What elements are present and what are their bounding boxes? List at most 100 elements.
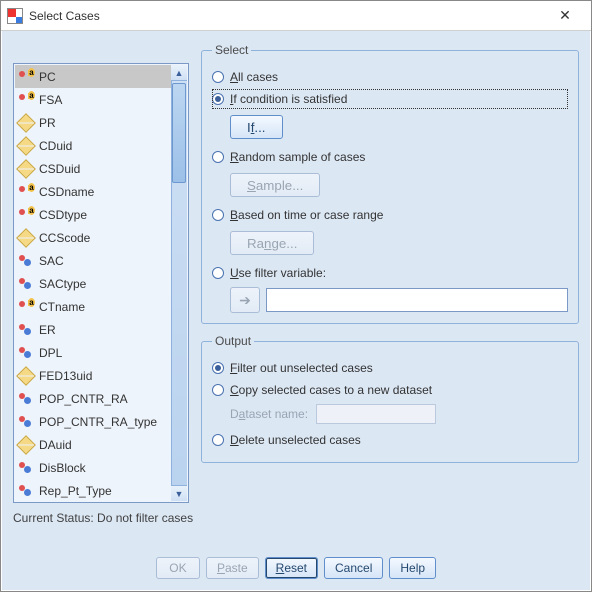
variable-item[interactable]: FED13uid [15, 364, 171, 387]
variable-item[interactable]: DisBlock [15, 456, 171, 479]
variable-label: CCScode [39, 231, 90, 245]
radio-label: If condition is satisfied [230, 92, 347, 106]
nominal-icon [19, 483, 35, 499]
radio-icon [212, 267, 224, 279]
output-group: Output Filter out unselected cases Copy … [201, 334, 579, 463]
status-text: Current Status: Do not filter cases [13, 511, 579, 525]
variable-label: CSDname [39, 185, 94, 199]
nominal-string-icon [19, 207, 35, 223]
help-button[interactable]: Help [389, 557, 436, 579]
radio-filter-out[interactable]: Filter out unselected cases [212, 358, 568, 378]
variable-label: PC [39, 70, 56, 84]
variable-item[interactable]: FSA [15, 88, 171, 111]
radio-all-cases[interactable]: All cases [212, 67, 568, 87]
variable-label: SACtype [39, 277, 86, 291]
radio-if-condition[interactable]: If condition is satisfied [212, 89, 568, 109]
variable-item[interactable]: PC [15, 65, 171, 88]
variable-item[interactable]: CDuid [15, 134, 171, 157]
variable-item[interactable]: CSDname [15, 180, 171, 203]
variable-item[interactable]: CCScode [15, 226, 171, 249]
nominal-icon [19, 253, 35, 269]
nominal-string-icon [19, 299, 35, 315]
variable-scrollbar[interactable]: ▲ ▼ [171, 65, 187, 501]
filter-variable-field[interactable] [266, 288, 568, 312]
nominal-string-icon [19, 92, 35, 108]
radio-icon [212, 71, 224, 83]
radio-icon [212, 209, 224, 221]
select-legend: Select [212, 43, 251, 57]
variable-item[interactable]: Rep_Pt_Type [15, 479, 171, 501]
variable-item[interactable]: CTname [15, 295, 171, 318]
variable-label: DAuid [39, 438, 72, 452]
cancel-button[interactable]: Cancel [324, 557, 383, 579]
variable-label: CTname [39, 300, 85, 314]
scroll-up-icon[interactable]: ▲ [171, 65, 187, 81]
radio-use-filter-variable[interactable]: Use filter variable: [212, 263, 568, 283]
dataset-name-row: Dataset name: [230, 404, 568, 424]
move-variable-button: ➔ [230, 287, 260, 313]
nominal-icon [19, 460, 35, 476]
variable-item[interactable]: POP_CNTR_RA [15, 387, 171, 410]
ruler-icon [19, 161, 35, 177]
variable-label: FSA [39, 93, 62, 107]
variable-item[interactable]: DAuid [15, 433, 171, 456]
variable-item[interactable]: CSDtype [15, 203, 171, 226]
arrow-right-icon: ➔ [239, 292, 251, 309]
variable-item[interactable]: POP_CNTR_RA_type [15, 410, 171, 433]
radio-delete-unselected[interactable]: Delete unselected cases [212, 430, 568, 450]
variable-label: CSDtype [39, 208, 87, 222]
radio-icon [212, 434, 224, 446]
radio-icon [212, 151, 224, 163]
radio-based-on-range[interactable]: Based on time or case range [212, 205, 568, 225]
variable-label: DPL [39, 346, 62, 360]
scroll-thumb[interactable] [172, 83, 186, 183]
ok-button: OK [156, 557, 200, 579]
if-button[interactable]: If... [230, 115, 283, 139]
dialog-button-row: OK Paste Reset Cancel Help [1, 547, 591, 591]
radio-label: All cases [230, 70, 278, 84]
reset-button[interactable]: Reset [265, 557, 318, 579]
close-button[interactable]: ✕ [545, 2, 585, 30]
ruler-icon [19, 115, 35, 131]
nominal-icon [19, 276, 35, 292]
variable-item[interactable]: SACtype [15, 272, 171, 295]
radio-random-sample[interactable]: Random sample of cases [212, 147, 568, 167]
radio-copy-to-dataset[interactable]: Copy selected cases to a new dataset [212, 380, 568, 400]
variable-list[interactable]: PC FSA PR CDuid CSDuid CSDname CSDtype CCScode S… [13, 63, 189, 503]
variable-item[interactable]: CSDuid [15, 157, 171, 180]
app-icon [7, 8, 23, 24]
ruler-icon [19, 437, 35, 453]
ruler-icon [19, 138, 35, 154]
radio-label: Use filter variable: [230, 266, 326, 280]
variable-item[interactable]: SAC [15, 249, 171, 272]
radio-label: Based on time or case range [230, 208, 383, 222]
titlebar: Select Cases ✕ [1, 1, 591, 31]
radio-label: Random sample of cases [230, 150, 365, 164]
sample-button: Sample... [230, 173, 320, 197]
dialog-body: PC FSA PR CDuid CSDuid CSDname CSDtype CCScode S… [1, 31, 591, 547]
variable-label: ER [39, 323, 56, 337]
variable-item[interactable]: ER [15, 318, 171, 341]
radio-label: Filter out unselected cases [230, 361, 373, 375]
dataset-name-field [316, 404, 436, 424]
variable-label: PR [39, 116, 56, 130]
variable-label: SAC [39, 254, 64, 268]
output-legend: Output [212, 334, 254, 348]
nominal-icon [19, 414, 35, 430]
variable-item[interactable]: PR [15, 111, 171, 134]
paste-button: Paste [206, 557, 259, 579]
nominal-string-icon [19, 184, 35, 200]
variable-label: DisBlock [39, 461, 86, 475]
range-button: Range... [230, 231, 314, 255]
select-cases-dialog: Select Cases ✕ PC FSA PR CDuid CSDuid CSDname… [0, 0, 592, 592]
variable-label: Rep_Pt_Type [39, 484, 112, 498]
radio-icon [212, 362, 224, 374]
scroll-down-icon[interactable]: ▼ [171, 485, 187, 501]
nominal-string-icon [19, 69, 35, 85]
radio-label: Copy selected cases to a new dataset [230, 383, 432, 397]
radio-label: Delete unselected cases [230, 433, 361, 447]
variable-label: POP_CNTR_RA [39, 392, 128, 406]
variable-item[interactable]: DPL [15, 341, 171, 364]
variable-label: CDuid [39, 139, 72, 153]
dataset-name-label: Dataset name: [230, 407, 308, 421]
